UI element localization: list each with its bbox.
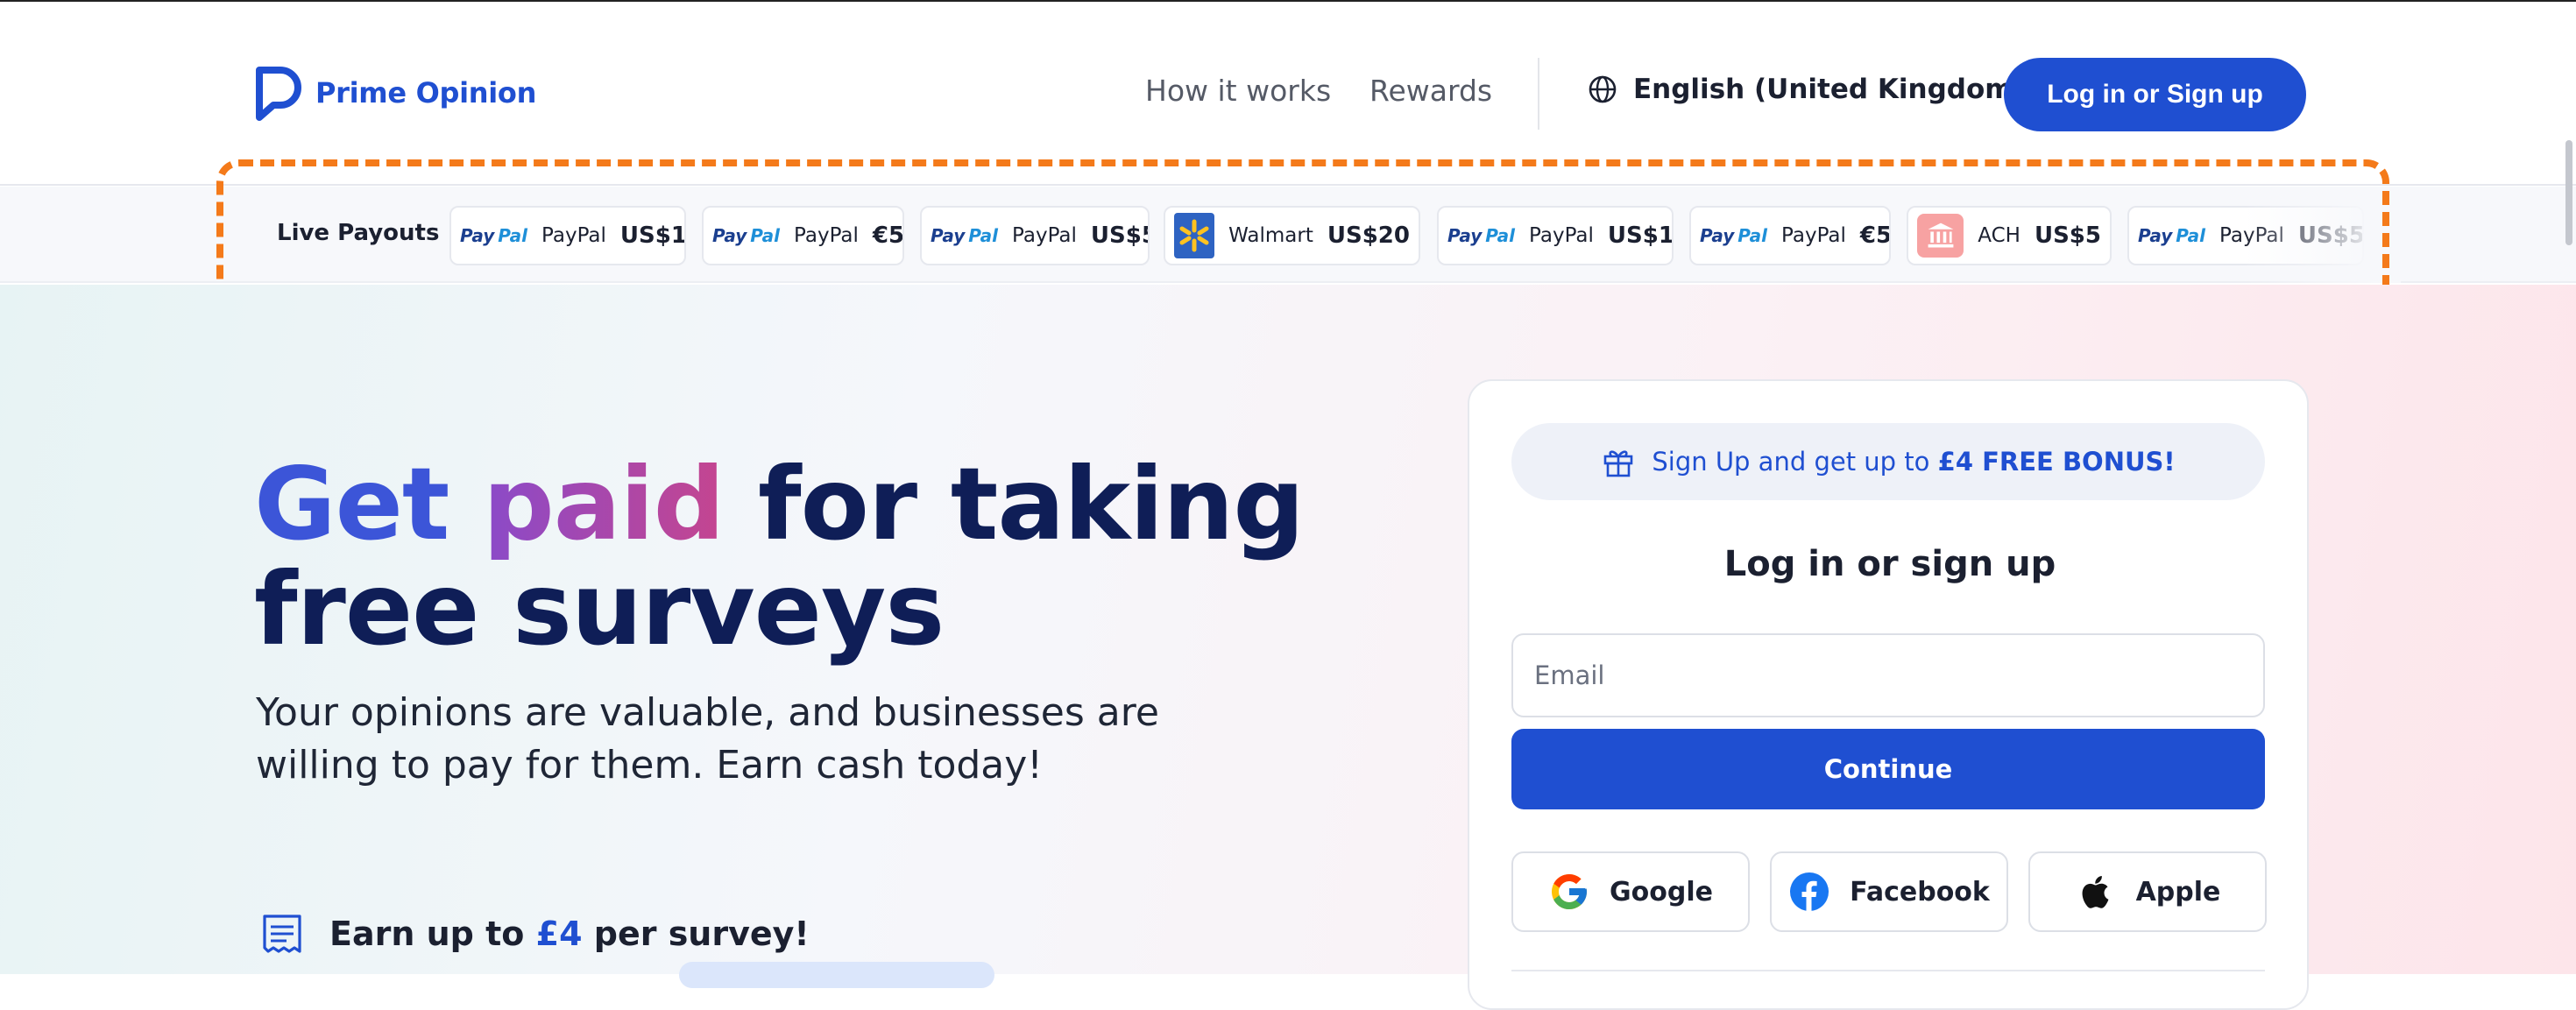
paypal-logo-icon: Pay Pal bbox=[1700, 225, 1768, 246]
payout-item: Walmart US$20 bbox=[1164, 206, 1420, 265]
paypal-logo-icon: Pay Pal bbox=[2138, 225, 2206, 246]
card-title: Log in or sign up bbox=[1723, 544, 2056, 584]
payout-item: Pay Pal PayPal €5 bbox=[1689, 206, 1891, 265]
site-header: Prime Opinion How it works Rewards Engli… bbox=[0, 2, 2576, 186]
language-label: English (United Kingdom) bbox=[1633, 74, 2026, 105]
walmart-spark-icon bbox=[1174, 213, 1215, 258]
page-scrollbar[interactable] bbox=[2565, 140, 2572, 245]
facebook-icon bbox=[1790, 872, 1829, 911]
live-payouts-label: Live Payouts bbox=[277, 220, 440, 246]
partial-badge bbox=[679, 962, 994, 988]
prime-opinion-logo-icon bbox=[256, 67, 301, 121]
google-icon bbox=[1552, 874, 1588, 909]
apple-login-button[interactable]: Apple bbox=[2028, 851, 2267, 932]
hero-subtext: Your opinions are valuable, and business… bbox=[256, 690, 1159, 788]
apple-icon bbox=[2082, 876, 2108, 908]
payout-item: ACH US$5 bbox=[1907, 206, 2112, 265]
login-card: Sign Up and get up to £4 FREE BONUS! Log… bbox=[1468, 379, 2309, 1010]
hero-headline: Get paid for taking free surveys bbox=[254, 446, 1305, 667]
continue-button[interactable]: Continue bbox=[1511, 729, 2265, 809]
language-selector[interactable]: English (United Kingdom) bbox=[1588, 74, 2026, 105]
paypal-logo-icon: Pay Pal bbox=[712, 225, 781, 246]
bank-icon bbox=[1917, 214, 1964, 258]
bonus-banner[interactable]: Sign Up and get up to £4 FREE BONUS! bbox=[1511, 423, 2265, 500]
paypal-logo-icon: Pay Pal bbox=[460, 225, 528, 246]
payout-item: PayPal PayPal US$5 bbox=[2127, 206, 2364, 265]
nav-rewards[interactable]: Rewards bbox=[1369, 74, 1492, 108]
feature-earn-per-survey: Earn up to £4 per survey! bbox=[259, 911, 810, 957]
live-payouts-bar: Live Payouts PayPal PayPal US$10 PayPal … bbox=[0, 187, 2576, 283]
brand-name: Prime Opinion bbox=[315, 76, 537, 109]
paypal-logo-icon: Pay Pal bbox=[1447, 225, 1516, 246]
nav-how-it-works[interactable]: How it works bbox=[1145, 74, 1331, 108]
paypal-logo-icon: Pay Pal bbox=[931, 225, 999, 246]
payout-item: Pay Pal PayPal €5 bbox=[702, 206, 904, 265]
survey-receipt-icon bbox=[263, 915, 301, 953]
email-input[interactable] bbox=[1511, 633, 2265, 717]
payout-item: PayPal PayPal US$5 bbox=[920, 206, 1150, 265]
brand-logo[interactable]: Prime Opinion bbox=[254, 65, 536, 121]
google-login-button[interactable]: Google bbox=[1511, 851, 1750, 932]
globe-icon bbox=[1589, 75, 1617, 103]
payout-item: PayPal PayPal US$10 bbox=[449, 206, 686, 265]
nav-divider bbox=[1538, 58, 1539, 130]
payout-item: PayPal PayPal US$10 bbox=[1437, 206, 1674, 265]
gift-icon bbox=[1604, 450, 1633, 477]
card-divider bbox=[1511, 970, 2265, 971]
facebook-login-button[interactable]: Facebook bbox=[1770, 851, 2008, 932]
login-signup-button[interactable]: Log in or Sign up bbox=[2004, 58, 2306, 131]
